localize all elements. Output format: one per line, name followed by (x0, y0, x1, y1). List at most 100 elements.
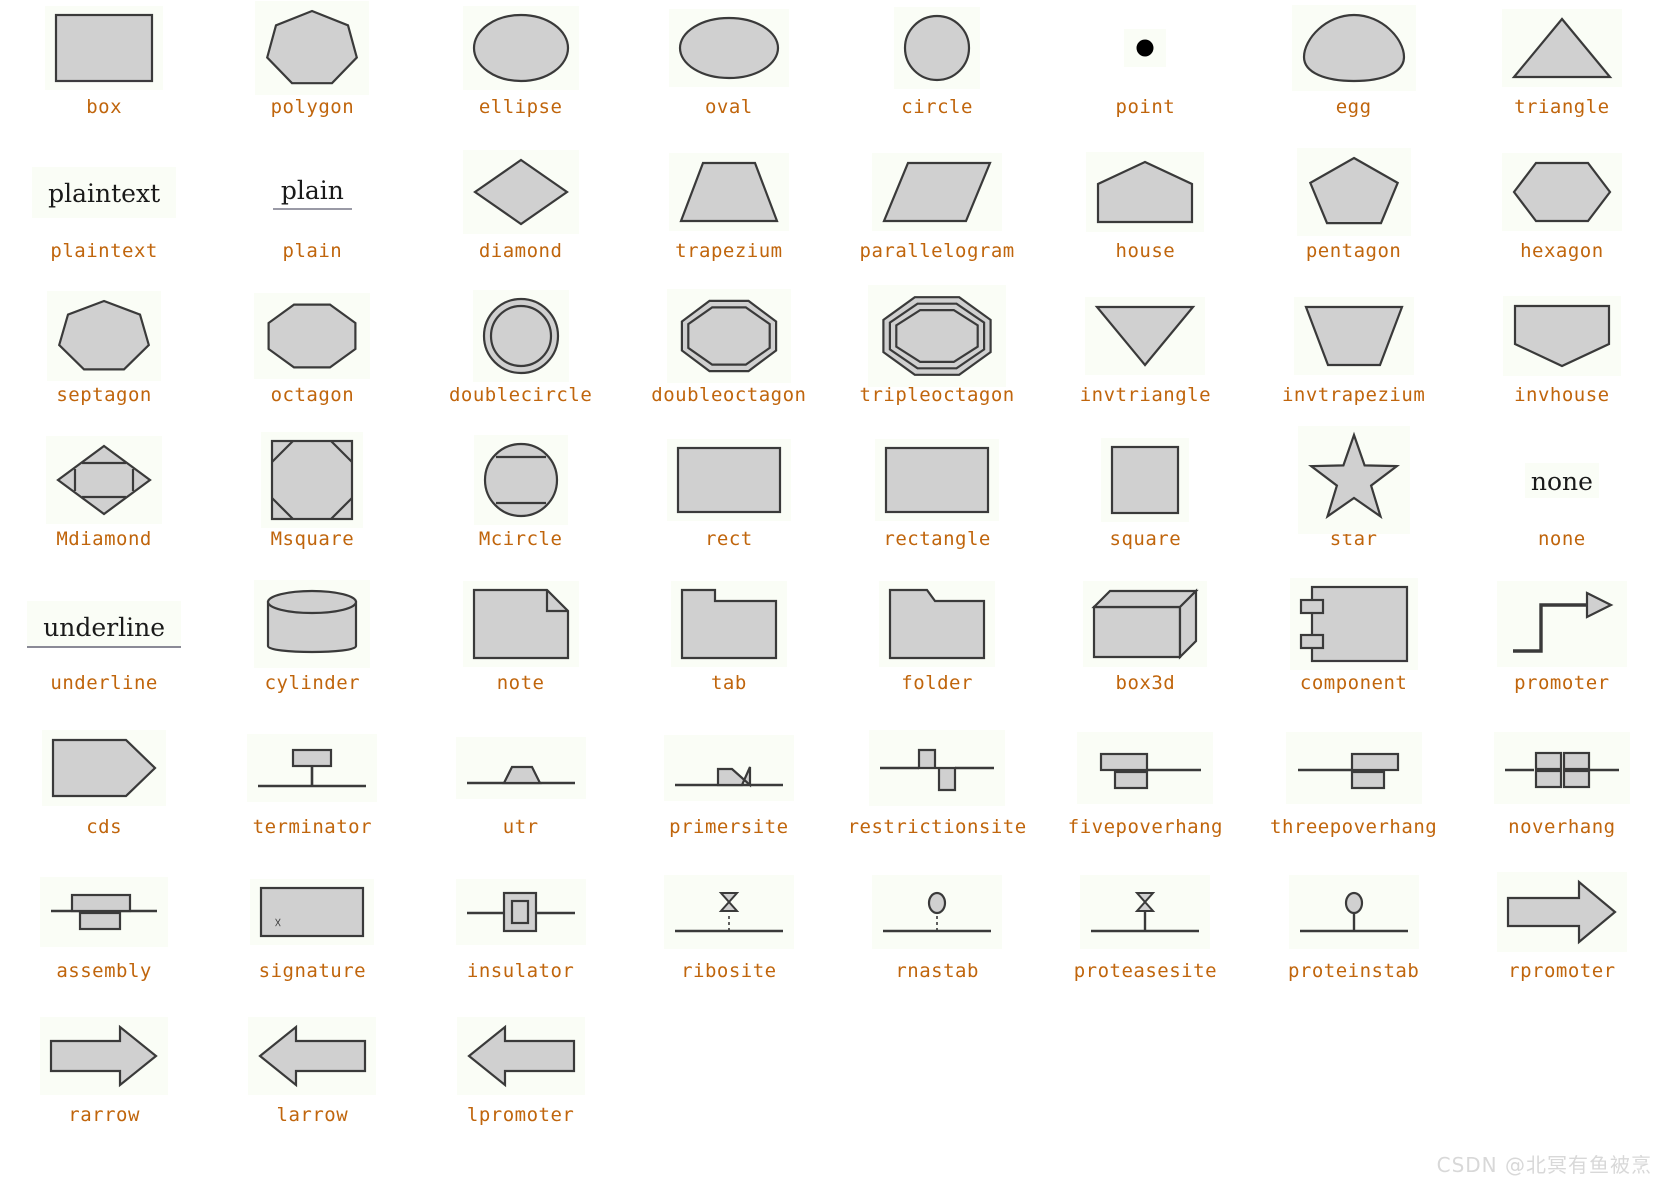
promoter-shape-icon (1458, 576, 1666, 672)
ellipse-glyph (462, 6, 579, 90)
shape-label: primersite (669, 816, 789, 838)
shape-cell-fivepoverhang: fivepoverhang (1041, 720, 1249, 864)
trapezium-shape-icon (625, 144, 833, 240)
polygon-glyph (255, 1, 370, 95)
invhouse-shape-icon (1458, 288, 1666, 384)
pentagon-glyph (1296, 148, 1411, 236)
shape-label: polygon (270, 96, 355, 118)
shape-label: threepoverhang (1270, 816, 1438, 838)
shape-label: component (1299, 672, 1408, 694)
fivepoverhang-shape-icon (1041, 720, 1249, 816)
folder-shape-icon (833, 576, 1041, 672)
shape-label: Mcircle (478, 528, 563, 550)
assembly-shape-icon (0, 864, 208, 960)
shape-label: octagon (270, 384, 355, 406)
shape-cell-note: note (417, 576, 625, 720)
shape-cell-doublecircle: doublecircle (417, 288, 625, 432)
rnastab-glyph (872, 875, 1003, 949)
shape-cell-noverhang: noverhang (1458, 720, 1666, 864)
house-shape-icon (1041, 144, 1249, 240)
egg-shape-icon (1250, 0, 1458, 96)
utr-glyph (455, 737, 586, 799)
insulator-glyph (455, 879, 586, 945)
doublecircle-shape-icon (417, 288, 625, 384)
shape-cell-mdiamond: Mdiamond (0, 432, 208, 576)
mcircle-glyph (473, 435, 568, 525)
terminator-glyph (247, 734, 378, 802)
trapezium-glyph (668, 153, 789, 231)
shape-cell-hexagon: hexagon (1458, 144, 1666, 288)
cylinder-glyph (254, 580, 371, 668)
shape-cell-msquare: Msquare (208, 432, 416, 576)
hexagon-shape-icon (1458, 144, 1666, 240)
shape-label: signature (258, 960, 367, 982)
shape-label: square (1109, 528, 1182, 550)
assembly-glyph (40, 877, 169, 947)
box3d-shape-icon (1041, 576, 1249, 672)
invtriangle-shape-icon (1041, 288, 1249, 384)
oval-shape-icon (625, 0, 833, 96)
shape-cell-cylinder: cylinder (208, 576, 416, 720)
threepoverhang-shape-icon (1250, 720, 1458, 816)
shape-cell-folder: folder (833, 576, 1041, 720)
shape-label: restrictionsite (847, 816, 1027, 838)
tripleoctagon-glyph (868, 285, 1007, 387)
shape-cell-assembly: assembly (0, 864, 208, 1008)
rpromoter-glyph (1496, 872, 1627, 952)
septagon-shape-icon (0, 288, 208, 384)
msquare-shape-icon (208, 432, 416, 528)
threepoverhang-glyph (1285, 732, 1422, 804)
underline-shape-icon: underline (0, 576, 208, 672)
shape-cell-rpromoter: rpromoter (1458, 864, 1666, 1008)
shape-label: tripleoctagon (859, 384, 1015, 406)
shape-label: underline (50, 672, 158, 694)
watermark: CSDN @北冥有鱼被烹 (1436, 1153, 1652, 1177)
shape-cell-component: component (1250, 576, 1458, 720)
restrictionsite-shape-icon (833, 720, 1041, 816)
rnastab-shape-icon (833, 864, 1041, 960)
square-shape-icon (1041, 432, 1249, 528)
folder-glyph (879, 581, 996, 667)
shape-label: Msquare (270, 528, 355, 550)
shape-label: egg (1335, 96, 1372, 118)
shape-label: trapezium (675, 240, 783, 262)
terminator-shape-icon (208, 720, 416, 816)
plaintext-shape-icon: plaintext (0, 144, 208, 240)
invtriangle-glyph (1085, 297, 1206, 375)
primersite-glyph (663, 735, 794, 801)
shape-label: parallelogram (859, 240, 1015, 262)
shape-label: Mdiamond (56, 528, 152, 550)
shape-cell-octagon: octagon (208, 288, 416, 432)
component-shape-icon (1250, 576, 1458, 672)
shape-label: fivepoverhang (1067, 816, 1223, 838)
shape-cell-proteinstab: proteinstab (1250, 864, 1458, 1008)
rect-shape-icon (625, 432, 833, 528)
circle-shape-icon (833, 0, 1041, 96)
oval-glyph (668, 9, 789, 87)
rarrow-shape-icon (0, 1008, 208, 1104)
shape-cell-invhouse: invhouse (1458, 288, 1666, 432)
square-glyph (1101, 438, 1190, 522)
shape-label: diamond (478, 240, 563, 262)
shape-label: terminator (252, 816, 373, 838)
proteasesite-shape-icon (1041, 864, 1249, 960)
shape-label: invtriangle (1079, 384, 1212, 406)
parallelogram-shape-icon (833, 144, 1041, 240)
lpromoter-shape-icon (417, 1008, 625, 1104)
ellipse-shape-icon (417, 0, 625, 96)
shape-label: ellipse (478, 96, 563, 118)
invtrapezium-shape-icon (1250, 288, 1458, 384)
shape-label: rpromoter (1508, 960, 1616, 982)
shape-label: assembly (56, 960, 152, 982)
shape-label: invhouse (1514, 384, 1610, 406)
shape-label: box3d (1115, 672, 1176, 694)
octagon-shape-icon (208, 288, 416, 384)
shape-cell-insulator: insulator (417, 864, 625, 1008)
plain-shape-icon: plain (208, 144, 416, 240)
note-shape-icon (417, 576, 625, 672)
restrictionsite-glyph (869, 730, 1006, 806)
shape-cell-trapezium: trapezium (625, 144, 833, 288)
shape-label: promoter (1514, 672, 1610, 694)
shape-label: rect (704, 528, 753, 550)
pentagon-shape-icon (1250, 144, 1458, 240)
